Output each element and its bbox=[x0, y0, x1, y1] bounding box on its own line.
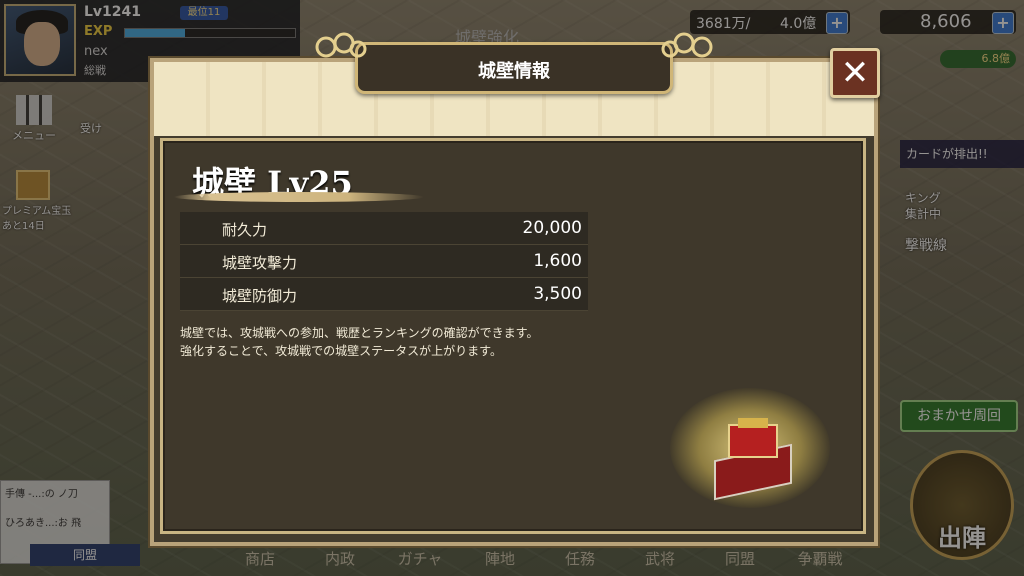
stat-value: 3,500 bbox=[533, 284, 582, 304]
cloud-ornament-icon bbox=[661, 32, 713, 58]
building-roof bbox=[728, 424, 778, 458]
dialog-title-plate: 城壁情報 bbox=[315, 32, 713, 94]
building-top bbox=[738, 418, 768, 428]
stats-table: 耐久力 20,000 城壁攻撃力 1,600 城壁防御力 3,500 bbox=[180, 212, 588, 311]
stat-value: 1,600 bbox=[533, 251, 582, 271]
castle-wall-info-dialog: 城壁情報 ✕ 城壁 Lv25 耐久力 20,000 城壁攻撃力 1,600 城壁… bbox=[148, 32, 880, 548]
stat-label: 城壁防御力 bbox=[222, 287, 298, 305]
stat-label: 耐久力 bbox=[222, 221, 268, 239]
stat-row-attack: 城壁攻撃力 1,600 bbox=[180, 245, 588, 278]
heading-brush-underline bbox=[174, 192, 424, 202]
description-line: 城壁では、攻城戦への参加、戦歴とランキングの確認ができます。 bbox=[180, 326, 539, 340]
stat-label: 城壁攻撃力 bbox=[222, 254, 298, 272]
castle-wall-building-icon bbox=[710, 418, 796, 501]
stat-row-defense: 城壁防御力 3,500 bbox=[180, 278, 588, 311]
dialog-title: 城壁情報 bbox=[478, 61, 550, 82]
stat-row-durability: 耐久力 20,000 bbox=[180, 212, 588, 245]
description-text: 城壁では、攻城戦への参加、戦歴とランキングの確認ができます。 強化することで、攻… bbox=[180, 324, 720, 360]
close-icon: ✕ bbox=[840, 53, 870, 93]
stat-value: 20,000 bbox=[522, 218, 582, 238]
description-line: 強化することで、攻城戦での城壁ステータスが上がります。 bbox=[180, 344, 502, 358]
close-button[interactable]: ✕ bbox=[830, 48, 880, 98]
